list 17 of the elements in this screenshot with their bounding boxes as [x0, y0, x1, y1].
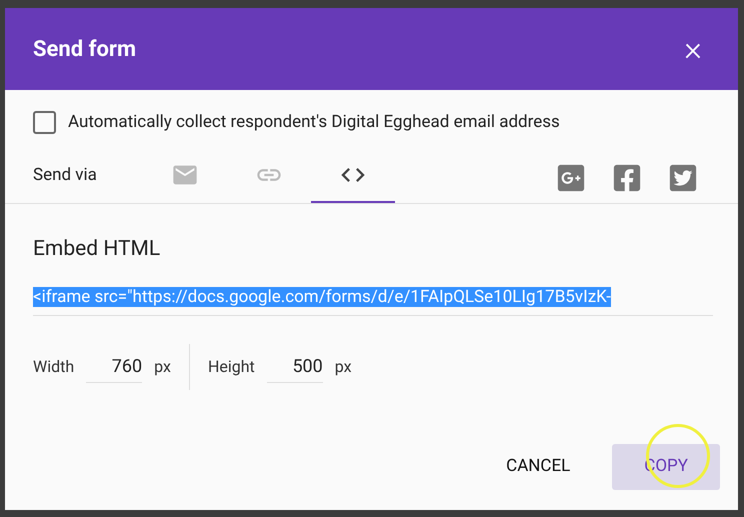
checkbox-label: Automatically collect respondent's Digital Egghead email address [68, 111, 560, 134]
section-heading: Embed HTML [33, 236, 162, 262]
cancel-button[interactable]: CANCEL [474, 444, 602, 490]
field-label: Width [33, 356, 74, 378]
twitter-button[interactable] [668, 162, 698, 192]
dialog-title: Send form [33, 36, 136, 64]
input-field[interactable]: 760 [86, 350, 142, 382]
facebook-button[interactable] [612, 162, 642, 192]
embed-code: <iframe src="https://docs.google.com/forms/d/e/1FAIpQLSe10LIg17B5vIzK- [33, 287, 611, 307]
google-plus-button[interactable] [556, 162, 586, 192]
close-button[interactable]: × [684, 32, 702, 66]
input-field[interactable]: 500 [266, 350, 323, 382]
field-label: Height [208, 356, 255, 378]
checkbox[interactable] [33, 111, 56, 134]
send-via-label: Send via [33, 164, 98, 187]
unit-label: px [154, 356, 171, 378]
unit-label: px [334, 356, 352, 378]
